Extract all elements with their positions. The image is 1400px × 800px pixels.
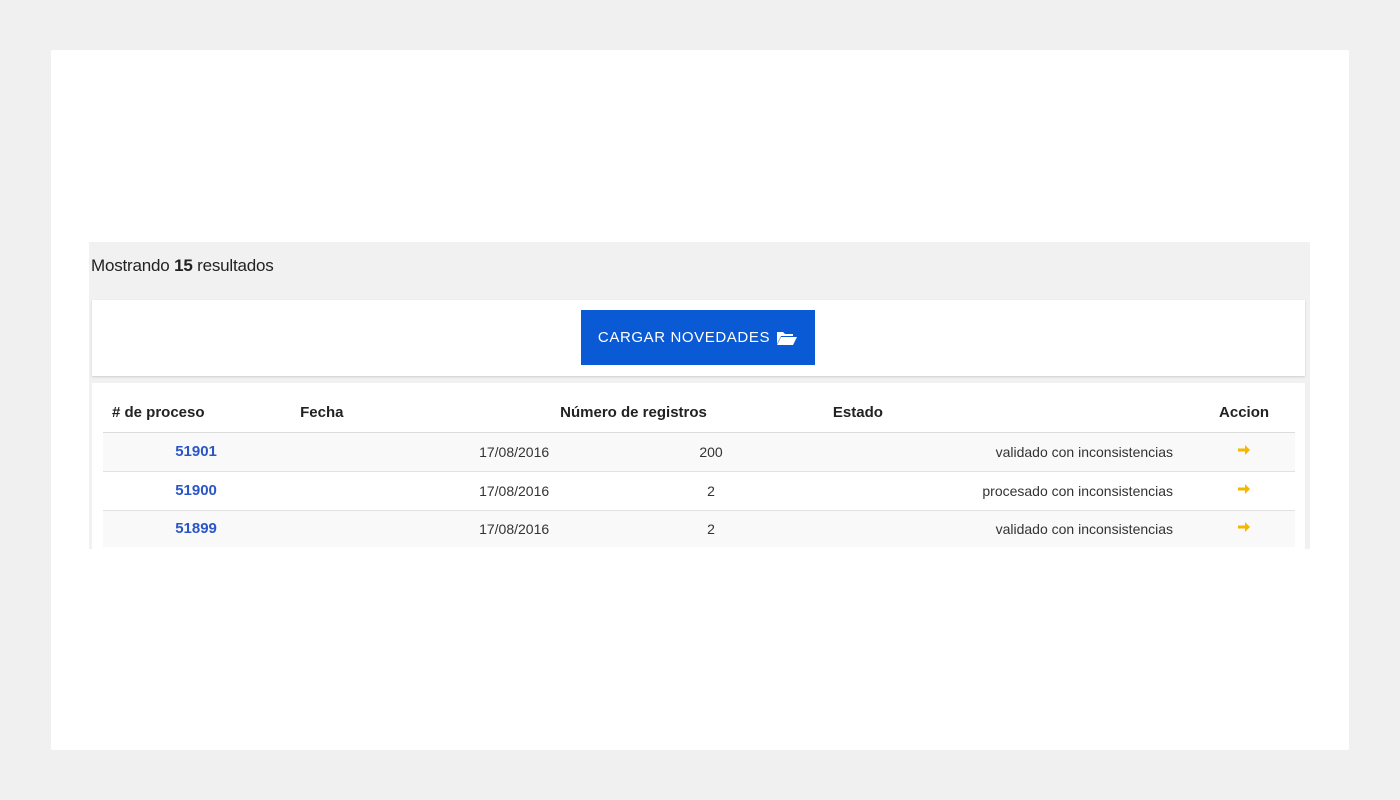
summary-prefix: Mostrando [91,256,170,275]
header-fecha: Fecha [289,393,550,433]
arrow-right-icon[interactable] [1237,482,1251,496]
cell-fecha: 17/08/2016 [289,510,550,547]
cell-registros: 2 [549,471,823,511]
folder-open-icon [777,331,798,345]
header-registros: Número de registros [549,393,823,433]
results-summary: Mostrando 15 resultados [91,256,274,276]
table-row: 51899 17/08/2016 2 validado con inconsis… [103,510,1295,547]
cell-estado: procesado con inconsistencias [822,471,1194,511]
cell-registros: 200 [549,432,823,472]
header-estado: Estado [822,393,1194,433]
summary-suffix: resultados [197,256,274,275]
process-link[interactable]: 51901 [175,443,217,460]
cell-fecha: 17/08/2016 [289,471,550,511]
arrow-right-icon[interactable] [1237,443,1251,457]
cargar-novedades-label: CARGAR NOVEDADES [597,329,771,346]
upload-card: CARGAR NOVEDADES [92,300,1305,376]
header-accion: Accion [1193,393,1295,433]
table-header-row: # de proceso Fecha Número de registros E… [103,393,1295,433]
process-link[interactable]: 51900 [175,482,217,499]
process-table: # de proceso Fecha Número de registros E… [103,393,1295,547]
cell-registros: 2 [549,510,823,547]
process-table-card: # de proceso Fecha Número de registros E… [92,383,1305,549]
process-link[interactable]: 51899 [175,520,217,537]
cargar-novedades-button[interactable]: CARGAR NOVEDADES [581,310,815,365]
results-count: 15 [174,256,193,275]
table-row: 51900 17/08/2016 2 procesado con inconsi… [103,471,1295,511]
page-canvas: Mostrando 15 resultados CARGAR NOVEDADES… [51,50,1349,750]
cell-estado: validado con inconsistencias [822,432,1194,472]
header-proceso: # de proceso [103,393,290,433]
cell-estado: validado con inconsistencias [822,510,1194,547]
arrow-right-icon[interactable] [1237,520,1251,534]
results-panel: Mostrando 15 resultados CARGAR NOVEDADES… [89,242,1310,549]
cell-fecha: 17/08/2016 [289,432,550,472]
table-row: 51901 17/08/2016 200 validado con incons… [103,432,1295,472]
